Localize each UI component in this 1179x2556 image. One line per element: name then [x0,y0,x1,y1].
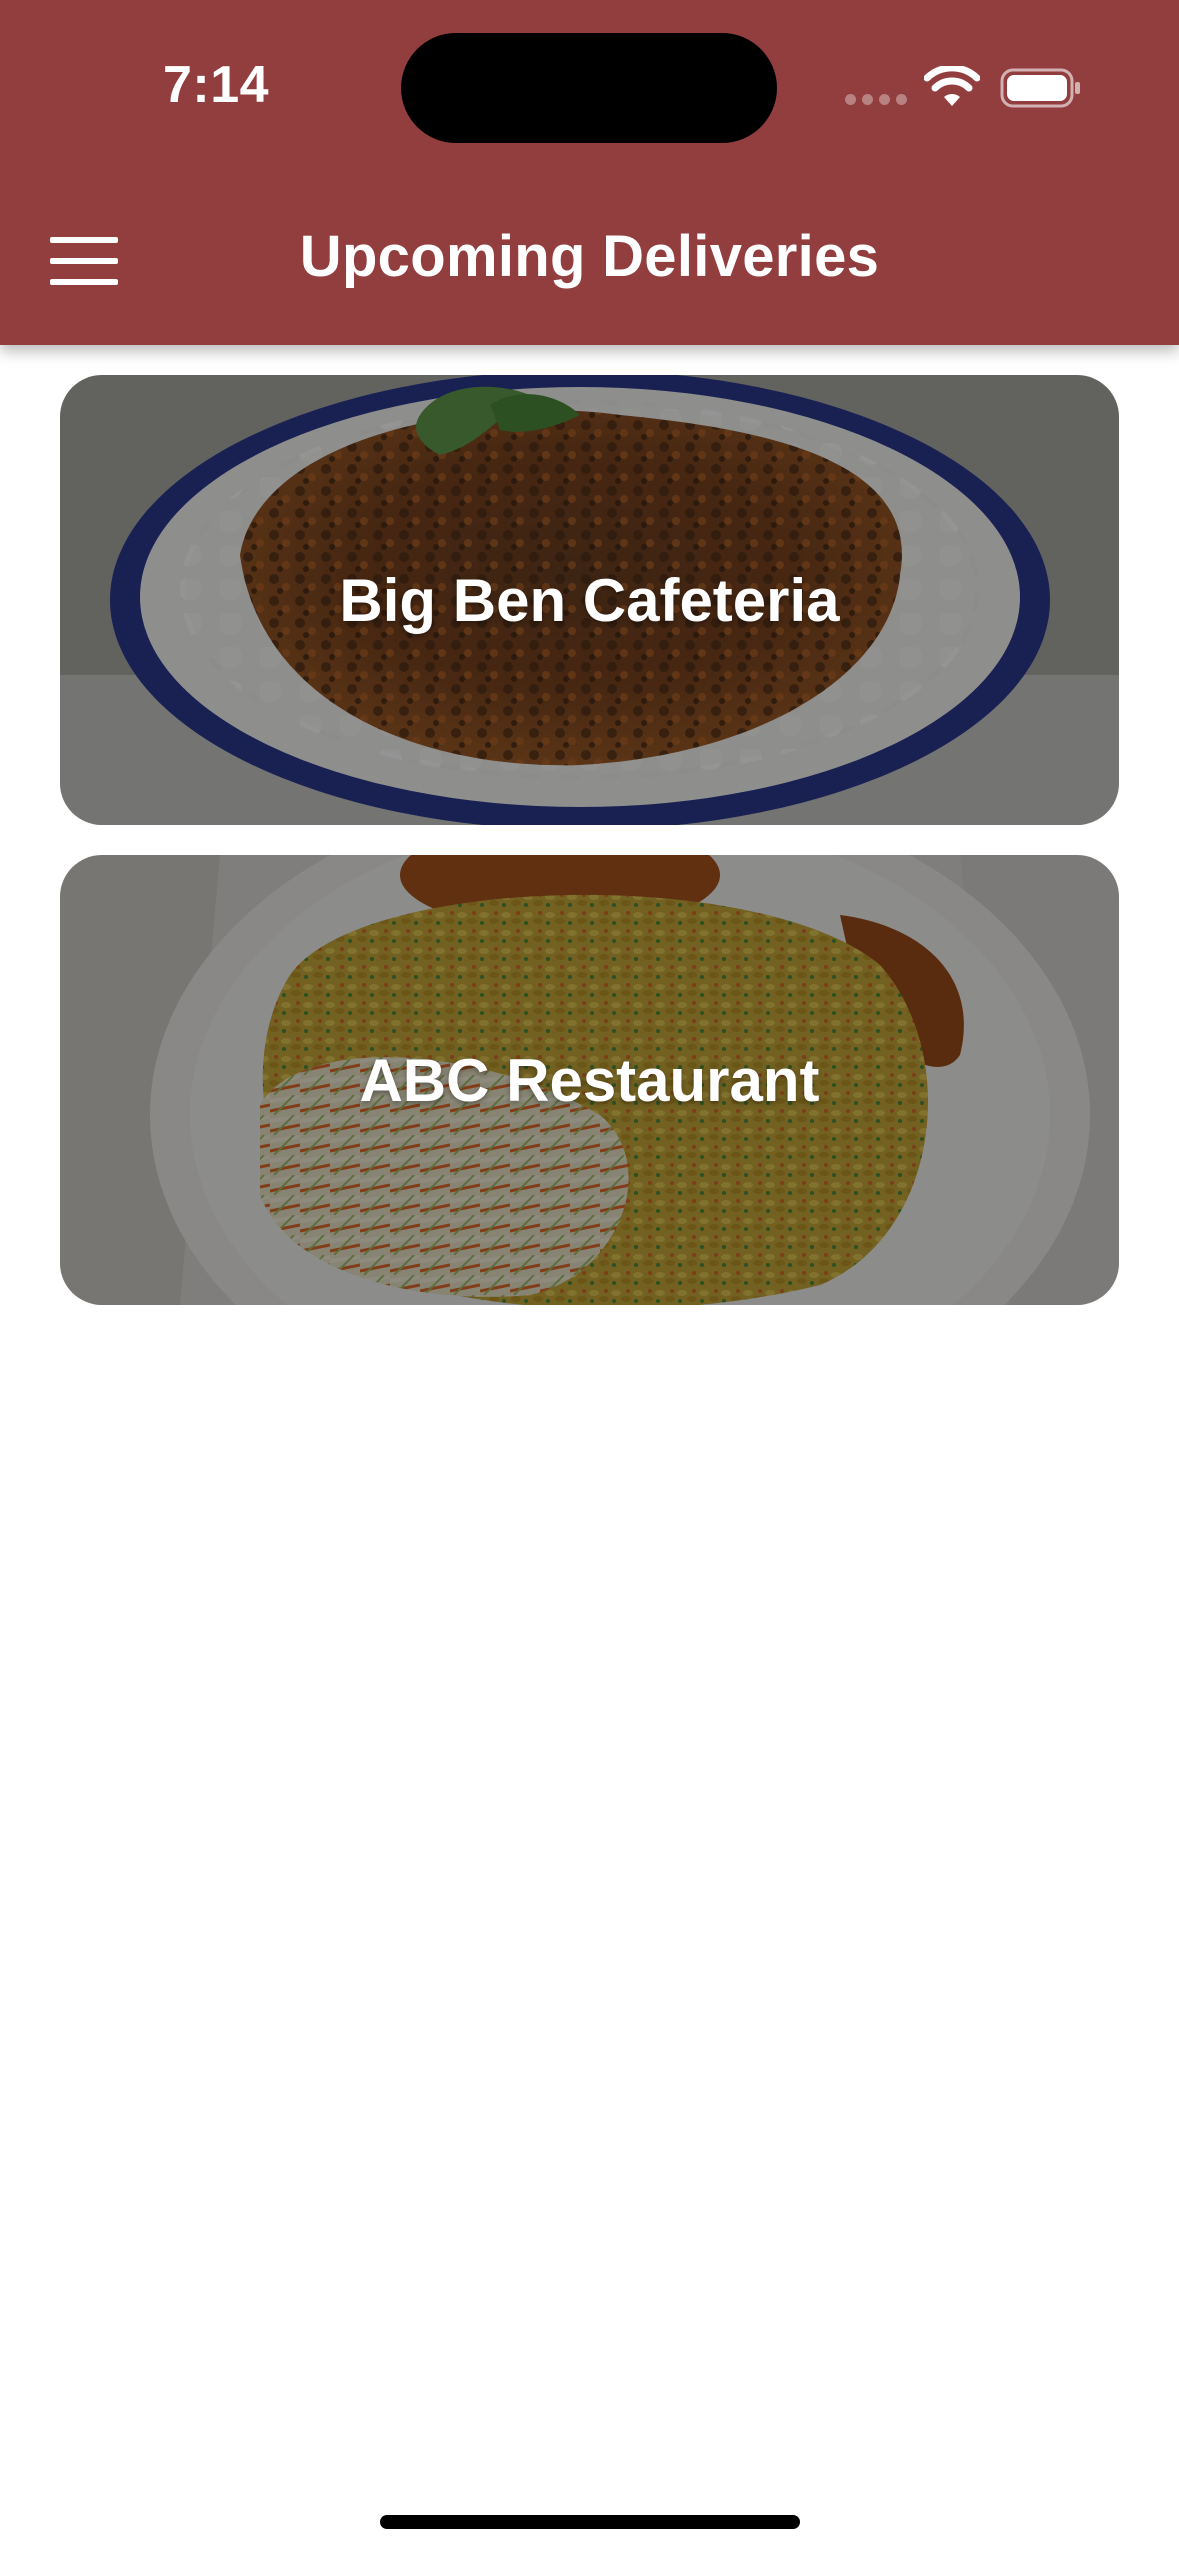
dynamic-island [401,33,777,143]
cellular-signal-icon [845,94,907,105]
app-header: 7:14 Upcoming Deliveries [0,0,1179,345]
wifi-icon [924,66,980,106]
delivery-card-label: ABC Restaurant [359,1046,820,1114]
status-time: 7:14 [163,56,270,114]
page-title: Upcoming Deliveries [299,224,880,289]
delivery-card-big-ben-cafeteria[interactable]: Big Ben Cafeteria [60,375,1119,825]
screen: 7:14 Upcoming Deliveries Big Ben Cafeter… [0,0,1179,2556]
battery-icon [1000,68,1080,108]
home-indicator[interactable] [380,2515,800,2529]
delivery-card-abc-restaurant[interactable]: ABC Restaurant [60,855,1119,1305]
delivery-card-label: Big Ben Cafeteria [339,566,840,634]
